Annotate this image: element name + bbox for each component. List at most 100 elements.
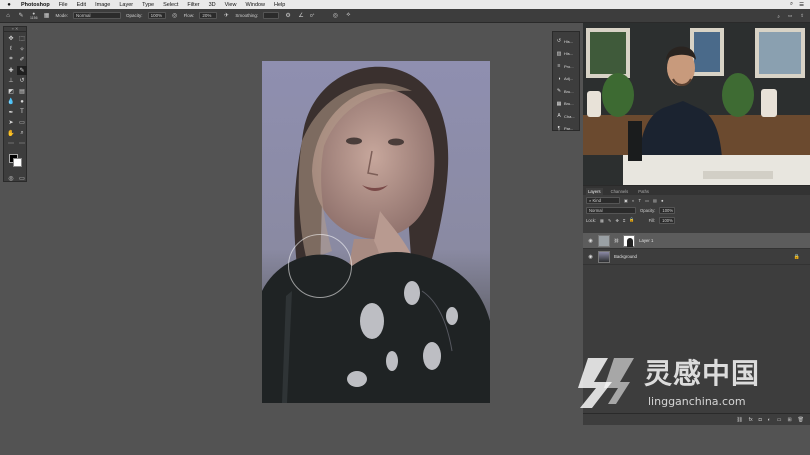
extra-tools-icon[interactable]: ⋯ (17, 139, 27, 149)
lock-position-icon[interactable]: ✥ (616, 218, 620, 223)
tab-paths[interactable]: Paths (636, 188, 651, 195)
pen-tool-icon[interactable]: ✒ (6, 108, 16, 118)
filter-adjustment-icon[interactable]: ◐ (632, 198, 635, 203)
menu-view[interactable]: View (225, 2, 237, 8)
panel-adjustments[interactable]: ◑ Adj... (553, 73, 579, 86)
menu-edit[interactable]: Edit (77, 2, 86, 8)
color-swatches[interactable] (4, 152, 26, 172)
pressure-size-icon[interactable]: ◎ (331, 12, 339, 20)
eyedropper-tool-icon[interactable]: ✐ (17, 55, 27, 65)
history-brush-tool-icon[interactable]: ↺ (17, 76, 27, 86)
lock-image-icon[interactable]: ✎ (608, 218, 612, 223)
dodge-tool-icon[interactable]: ● (17, 97, 27, 107)
brush-preset-picker[interactable]: ● 1156 (30, 11, 38, 20)
move-tool-icon[interactable]: ✥ (6, 34, 16, 44)
panel-histogram[interactable]: ▥ His... (553, 48, 579, 61)
lasso-tool-icon[interactable]: ℓ (6, 45, 16, 55)
lock-all-icon[interactable]: 🔒 (629, 217, 634, 223)
brush-tool-icon[interactable]: ✎ (17, 65, 27, 75)
new-group-icon[interactable]: ▭ (777, 417, 782, 423)
eraser-tool-icon[interactable]: ◩ (6, 87, 16, 97)
marquee-tool-icon[interactable]: ⬚ (17, 34, 27, 44)
hand-tool-icon[interactable]: ✋ (6, 129, 16, 139)
menu-layer[interactable]: Layer (119, 2, 133, 8)
apple-icon[interactable]: ● (6, 2, 12, 8)
visibility-eye-icon[interactable]: ◉ (587, 254, 594, 260)
visibility-eye-icon[interactable]: ◉ (587, 238, 594, 244)
smoothing-field[interactable] (263, 12, 280, 19)
zoom-tool-icon[interactable]: ⌕ (17, 129, 27, 139)
tab-layers[interactable]: Layers (586, 188, 603, 195)
document-canvas[interactable] (262, 61, 490, 403)
blur-tool-icon[interactable]: 💧 (6, 97, 16, 107)
symmetry-icon[interactable]: ⟡ (344, 12, 352, 20)
screen-mode-icon[interactable]: ▭ (17, 174, 27, 184)
fill-field[interactable]: 100% (659, 216, 676, 224)
panel-history[interactable]: ↺ His... (553, 35, 579, 48)
link-layers-icon[interactable]: ⛓ (736, 417, 742, 423)
flow-field[interactable]: 20% (199, 12, 218, 19)
crop-tool-icon[interactable]: ⌗ (6, 55, 16, 65)
new-layer-icon[interactable]: ⊞ (787, 417, 791, 423)
layer-mask-thumbnail[interactable] (623, 234, 636, 247)
filter-smart-object-icon[interactable]: ▤ (653, 198, 657, 203)
menu-image[interactable]: Image (95, 2, 110, 8)
mode-select[interactable]: Normal (73, 12, 122, 19)
menu-filter[interactable]: Filter (187, 2, 199, 8)
opacity-field[interactable]: 100% (147, 12, 166, 19)
menu-select[interactable]: Select (163, 2, 178, 8)
add-mask-icon[interactable]: ◘ (759, 417, 762, 423)
panel-properties[interactable]: ≡ Pro... (553, 60, 579, 73)
search-icon[interactable]: ⌕ (777, 14, 780, 19)
filter-shape-icon[interactable]: ▭ (645, 198, 649, 203)
layer-row-layer-1[interactable]: ◉ ⛓ Layer 1 (583, 233, 810, 249)
quick-select-tool-icon[interactable]: ✧ (17, 45, 27, 55)
panel-character[interactable]: A Cha... (553, 110, 579, 123)
layer-name[interactable]: Background (614, 254, 637, 259)
filter-toggle-icon[interactable]: ● (661, 198, 664, 203)
layer-thumbnail[interactable] (598, 234, 610, 247)
panel-paragraph[interactable]: ¶ Par... (553, 123, 579, 136)
share-icon[interactable]: ⇪ (800, 13, 804, 19)
filter-pixel-icon[interactable]: ▣ (624, 198, 628, 203)
menu-photoshop[interactable]: Photoshop (21, 2, 50, 8)
angle-icon[interactable]: ∠ (297, 12, 305, 20)
type-tool-icon[interactable]: T (17, 108, 27, 118)
brush-tool-icon[interactable]: ✎ (17, 12, 25, 20)
background-color-swatch[interactable] (13, 157, 22, 167)
layer-row-background[interactable]: ◉ Background 🔒 (583, 249, 810, 265)
kind-filter-select[interactable]: ⌕ Kind (586, 196, 620, 204)
menu-type[interactable]: Type (142, 2, 154, 8)
lock-icon[interactable]: 🔒 (794, 254, 800, 260)
panel-brush-settings[interactable]: ▦ Bru... (553, 98, 579, 111)
spotlight-icon[interactable]: ⌕ (790, 1, 793, 8)
brush-settings-icon[interactable]: ▦ (43, 12, 51, 20)
menu-3d[interactable]: 3D (209, 2, 216, 8)
lock-pixels-icon[interactable]: ▦ (600, 218, 604, 223)
menu-window[interactable]: Window (245, 2, 265, 8)
new-adjustment-icon[interactable]: ◐ (768, 417, 771, 423)
filter-type-icon[interactable]: T (639, 198, 642, 203)
menu-file[interactable]: File (59, 2, 68, 8)
edit-toolbar-icon[interactable]: ⋯ (6, 139, 16, 149)
smoothing-settings-icon[interactable]: ⚙ (284, 12, 292, 20)
panel-brushes[interactable]: ✎ Bru... (553, 85, 579, 98)
tab-channels[interactable]: Channels (609, 188, 631, 195)
menu-help[interactable]: Help (274, 2, 285, 8)
angle-value[interactable]: 0° (310, 13, 314, 18)
layer-opacity-field[interactable]: 100% (659, 206, 676, 214)
shape-tool-icon[interactable]: ▭ (17, 118, 27, 128)
delete-layer-icon[interactable]: 🗑 (798, 417, 804, 423)
airbrush-icon[interactable]: ✈ (222, 12, 230, 20)
gradient-tool-icon[interactable]: ▤ (17, 87, 27, 97)
pressure-opacity-icon[interactable]: ◎ (171, 12, 179, 20)
control-center-icon[interactable]: ☰ (799, 2, 804, 8)
lock-artboard-icon[interactable]: ⌗ (623, 218, 625, 223)
blend-mode-select[interactable]: Normal (586, 206, 636, 214)
clone-stamp-tool-icon[interactable]: ⊥ (6, 76, 16, 86)
background-thumbnail[interactable] (598, 250, 610, 263)
quick-mask-icon[interactable]: ◎ (6, 174, 16, 184)
home-icon[interactable]: ⌂ (4, 12, 12, 20)
healing-tool-icon[interactable]: ✚ (6, 66, 16, 76)
layer-name[interactable]: Layer 1 (639, 238, 653, 243)
